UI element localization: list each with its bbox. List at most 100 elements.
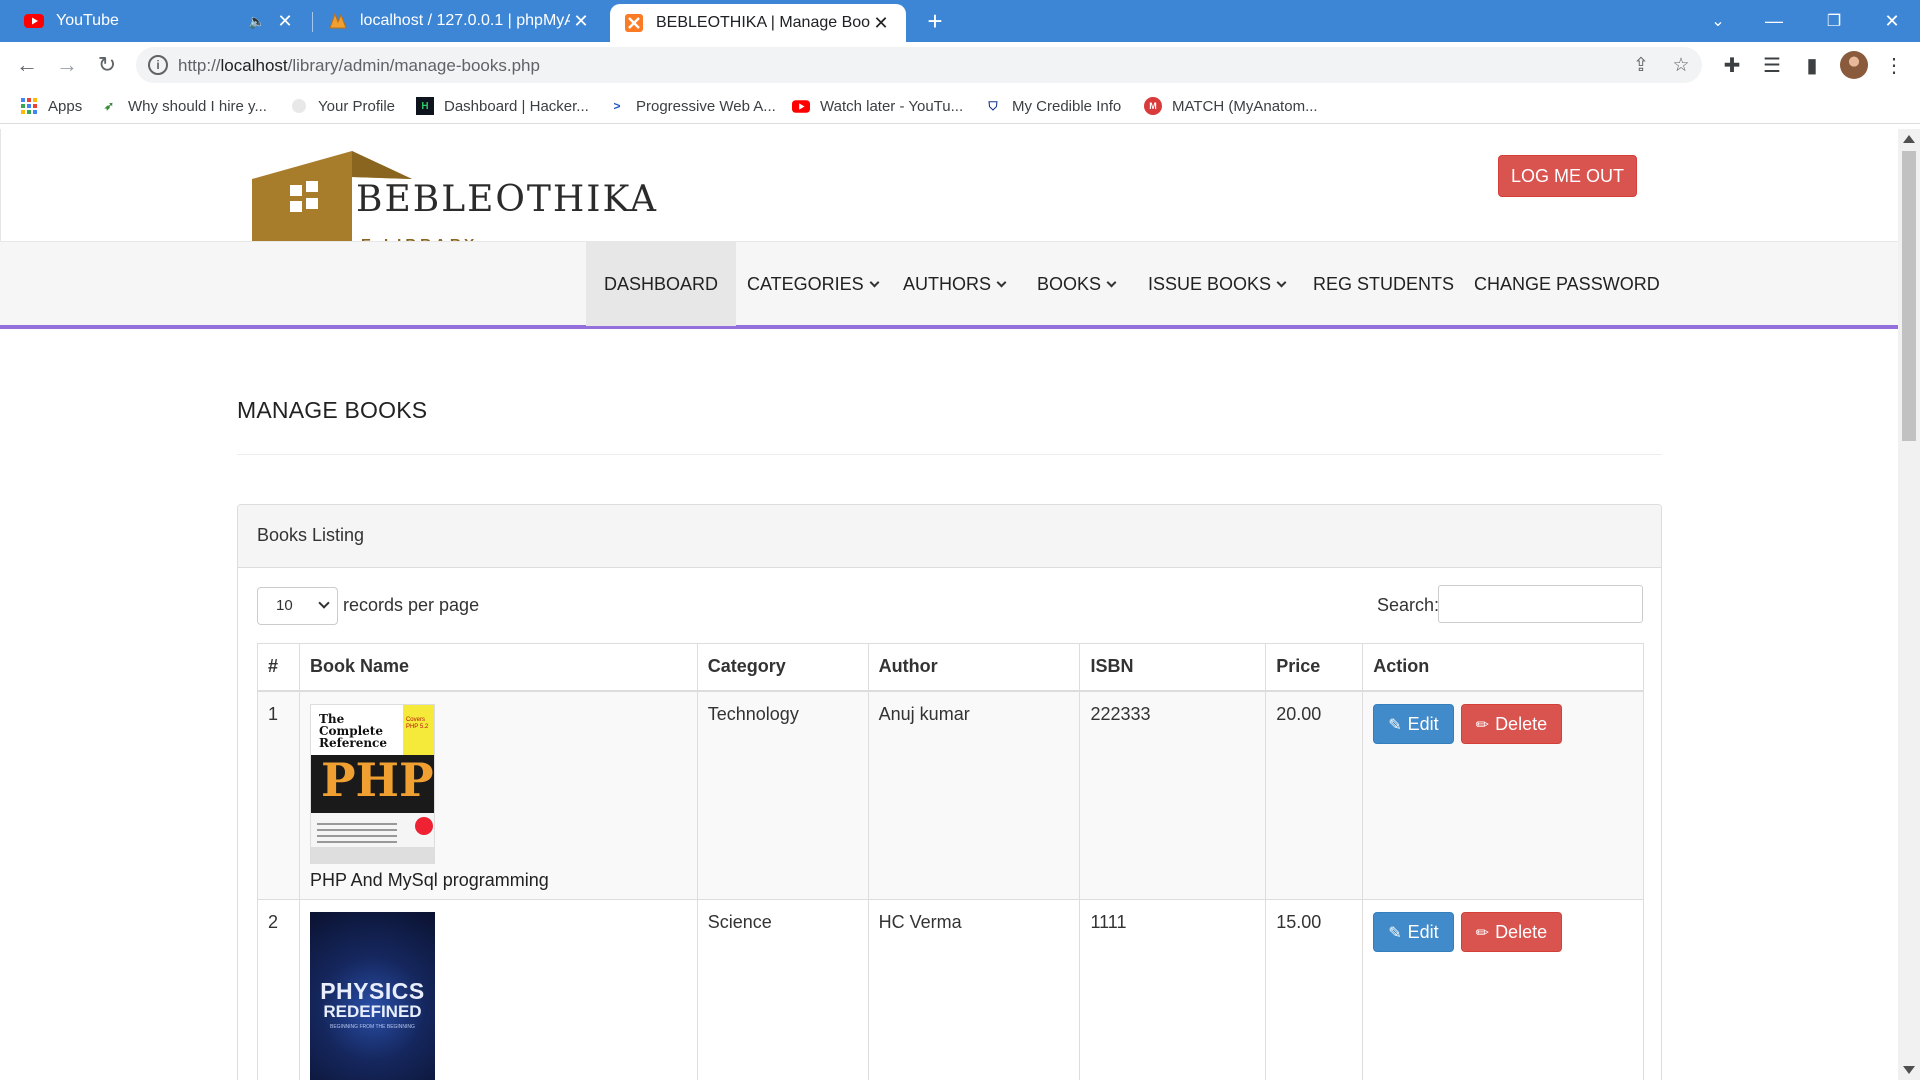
scroll-up-arrow-icon[interactable] [1903, 135, 1915, 143]
table-header-row: # Book Name Category Author ISBN Price A… [257, 643, 1644, 692]
row-number: 1 [257, 690, 300, 900]
share-icon[interactable]: ⇪ [1630, 55, 1652, 77]
records-per-page-select[interactable]: 10 [257, 587, 338, 625]
chevron-down-icon [1106, 277, 1117, 288]
prompt-icon: > [613, 99, 621, 113]
cover-line2: REDEFINED [323, 1001, 422, 1021]
bookmark-match[interactable]: M MATCH (MyAnatom... [1144, 94, 1318, 118]
new-tab-button[interactable]: + [920, 6, 950, 36]
nav-label: CATEGORIES [747, 274, 864, 294]
tab-title: localhost / 127.0.0.1 | phpMyAdmin [360, 12, 570, 29]
isbn-cell: 222333 [1079, 690, 1267, 900]
tab-separator [312, 12, 313, 32]
tab-phpmyadmin[interactable]: localhost / 127.0.0.1 | phpMyAdmin ✕ [314, 0, 606, 42]
nav-books[interactable]: BOOKS [1019, 242, 1133, 326]
edit-icon: ✎ [1388, 716, 1402, 734]
github-icon [290, 97, 308, 115]
tab-youtube[interactable]: YouTube 🔈 ✕ [10, 0, 310, 42]
table-row: 1 The Complete Reference Covers PHP 5.2 … [257, 690, 1644, 900]
action-cell: ✎ Edit ✏ Delete [1362, 898, 1644, 1080]
star-icon[interactable]: ☆ [1670, 55, 1692, 77]
nav-label: CHANGE PASSWORD [1474, 274, 1660, 294]
main-nav: DASHBOARD CATEGORIES AUTHORS BOOKS ISSUE… [0, 241, 1898, 329]
side-panel-icon[interactable]: ▮ [1800, 54, 1824, 78]
column-header[interactable]: Book Name [298, 643, 698, 692]
edit-label: Edit [1407, 921, 1439, 942]
bookmark-hire[interactable]: ➶ Why should I hire y... [100, 94, 267, 118]
chevron-down-icon [318, 597, 330, 609]
extensions-icon[interactable]: ✚ [1720, 54, 1744, 78]
nav-authors[interactable]: AUTHORS [885, 242, 1023, 326]
edit-button[interactable]: ✎ Edit [1373, 703, 1454, 744]
back-button[interactable]: ← [12, 50, 42, 80]
column-header[interactable]: Action [1362, 643, 1644, 692]
bookmark-profile[interactable]: Your Profile [290, 94, 395, 118]
restore-button[interactable]: ❐ [1806, 0, 1862, 42]
tab-search-icon[interactable]: ⌄ [1690, 0, 1746, 42]
address-bar[interactable]: i http://localhost/library/admin/manage-… [136, 47, 1702, 83]
nav-dashboard[interactable]: DASHBOARD [586, 242, 737, 326]
author-cell: Anuj kumar [867, 690, 1081, 900]
apps-grid-icon [20, 97, 38, 115]
column-header[interactable]: ISBN [1079, 643, 1267, 692]
column-header[interactable]: Price [1265, 643, 1364, 692]
close-icon[interactable]: ✕ [274, 11, 296, 32]
site-logo[interactable]: BEBLEOTHIKA E-LIBRARY [238, 129, 656, 257]
logout-button[interactable]: LOG ME OUT [1498, 155, 1637, 197]
nav-categories[interactable]: CATEGORIES [729, 242, 896, 326]
category-cell: Technology [696, 690, 869, 900]
edit-button[interactable]: ✎ Edit [1373, 911, 1454, 952]
panel-title: Books Listing [257, 525, 365, 545]
speaker-icon[interactable]: 🔈 [246, 13, 268, 30]
delete-button[interactable]: ✏ Delete [1460, 703, 1563, 744]
bookmark-credible[interactable]: ⛉ My Credible Info [984, 94, 1121, 118]
edit-icon: ✎ [1388, 924, 1402, 942]
nav-label: DASHBOARD [604, 274, 719, 294]
edit-label: Edit [1407, 713, 1439, 734]
browser-toolbar: ← → ↻ i http://localhost/library/admin/m… [0, 42, 1920, 88]
column-header[interactable]: Category [696, 643, 869, 692]
profile-avatar[interactable] [1840, 51, 1868, 79]
panel-heading: Books Listing [238, 505, 1661, 568]
page-scrollbar[interactable] [1898, 129, 1920, 1080]
minimize-button[interactable]: — [1746, 0, 1802, 42]
scroll-down-arrow-icon[interactable] [1903, 1066, 1915, 1074]
close-icon[interactable]: ✕ [570, 11, 592, 32]
books-panel: Books Listing 10 records per page Search… [237, 504, 1662, 1080]
bookmark-label: Apps [48, 97, 83, 115]
delete-button[interactable]: ✏ Delete [1460, 911, 1563, 952]
menu-icon[interactable]: ⋮ [1882, 54, 1906, 78]
bookmark-apps[interactable]: Apps [20, 94, 82, 118]
column-header[interactable]: Author [867, 643, 1081, 692]
tab-manage-books[interactable]: BEBLEOTHIKA | Manage Books ✕ [610, 4, 906, 42]
close-window-button[interactable]: ✕ [1864, 0, 1920, 42]
bookmark-pwa[interactable]: > Progressive Web A... [608, 94, 775, 118]
search-input[interactable] [1438, 585, 1643, 623]
nav-change-password[interactable]: CHANGE PASSWORD [1456, 242, 1678, 326]
bookmarks-bar: Apps ➶ Why should I hire y... Your Profi… [0, 88, 1920, 124]
reading-list-icon[interactable]: ☰ [1760, 54, 1784, 78]
forward-button[interactable]: → [52, 50, 82, 80]
nav-reg-students[interactable]: REG STUDENTS [1295, 242, 1472, 326]
bookmark-watch-later[interactable]: Watch later - YouTu... [792, 94, 963, 118]
scrollbar-thumb[interactable] [1902, 151, 1916, 441]
close-icon[interactable]: ✕ [870, 13, 892, 34]
books-table: # Book Name Category Author ISBN Price A… [257, 643, 1644, 1080]
url-text[interactable]: http://localhost/library/admin/manage-bo… [178, 56, 540, 76]
bookmark-hackerrank[interactable]: H Dashboard | Hacker... [416, 94, 589, 118]
book-cover-image: The Complete Reference Covers PHP 5.2 PH… [309, 703, 435, 864]
records-per-page-label: records per page [343, 595, 480, 615]
category-cell: Science [696, 898, 869, 1080]
delete-label: Delete [1495, 921, 1548, 942]
records-per-page-value: 10 [276, 597, 293, 614]
pencil-icon: ✏ [1475, 716, 1490, 734]
nav-issue-books[interactable]: ISSUE BOOKS [1130, 242, 1303, 326]
nav-label: REG STUDENTS [1313, 274, 1455, 294]
reload-button[interactable]: ↻ [92, 50, 122, 80]
info-icon[interactable]: i [148, 55, 168, 75]
tab-title: YouTube [56, 12, 119, 29]
hackerrank-icon: H [416, 97, 434, 115]
youtube-icon [792, 97, 810, 115]
column-header[interactable]: # [257, 643, 300, 692]
cover-line1: PHYSICS [320, 977, 425, 1004]
